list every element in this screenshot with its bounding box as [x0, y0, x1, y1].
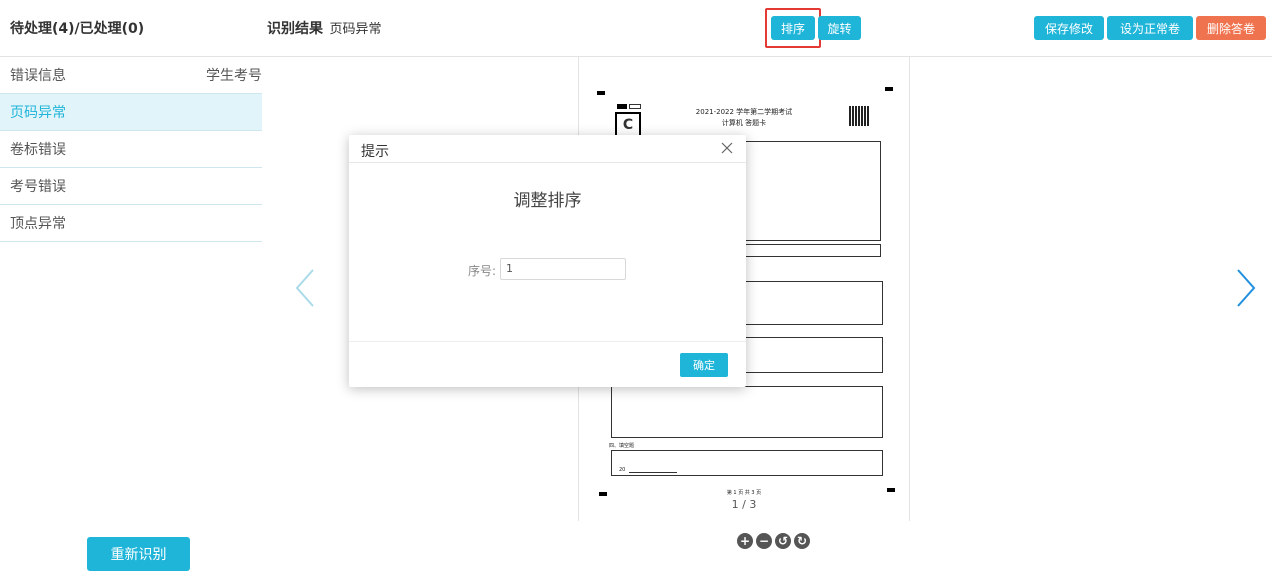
page: 待处理(4)/已处理(0) 识别结果 页码异常 排序 旋转 保存修改 设为正常卷… [0, 0, 1272, 583]
corner-mark [597, 91, 605, 95]
dialog-title: 提示 [361, 144, 389, 160]
question-number: 20 [619, 467, 626, 473]
recognition-result: 识别结果 页码异常 [267, 18, 381, 38]
error-list: 错误信息 学生考号 页码异常 卷标错误 考号错误 顶点异常 [0, 57, 262, 242]
rotate-right-icon[interactable]: ↻ [794, 533, 810, 549]
set-normal-button[interactable]: 设为正常卷 [1107, 16, 1193, 40]
confirm-button[interactable]: 确定 [680, 353, 728, 377]
absent-box [745, 244, 881, 257]
error-item-page-number[interactable]: 页码异常 [0, 94, 262, 131]
result-label: 识别结果 [267, 21, 323, 37]
prev-page-icon[interactable] [293, 268, 317, 308]
student-id-header: 学生考号 [206, 68, 262, 84]
choice-block [745, 281, 883, 325]
order-input[interactable]: 1 [500, 258, 626, 280]
order-field-label: 序号: [468, 264, 497, 278]
dialog-footer-divider [349, 341, 746, 342]
close-icon[interactable] [720, 141, 734, 155]
zoom-in-icon[interactable]: + [737, 533, 753, 549]
sort-dialog: 提示 调整排序 序号: 1 确定 [349, 135, 746, 387]
section-label: 四、填空题 [609, 443, 635, 449]
corner-mark [885, 87, 893, 91]
rotate-button[interactable]: 旋转 [818, 16, 861, 40]
choice-block [611, 386, 883, 438]
qr-code-icon [849, 106, 869, 126]
page-indicator: 1 / 3 [731, 498, 757, 511]
dialog-header: 提示 [349, 135, 746, 163]
sort-button[interactable]: 排序 [771, 16, 815, 40]
exam-number-grid [745, 141, 881, 241]
zoom-out-icon[interactable]: − [756, 533, 772, 549]
choice-block [745, 337, 883, 373]
error-item-paper-label[interactable]: 卷标错误 [0, 131, 262, 168]
delete-answer-sheet-button[interactable]: 删除答卷 [1196, 16, 1266, 40]
dialog-heading: 调整排序 [513, 191, 582, 211]
save-changes-button[interactable]: 保存修改 [1034, 16, 1104, 40]
next-page-icon[interactable] [1234, 268, 1258, 308]
top-bar: 待处理(4)/已处理(0) 识别结果 页码异常 排序 旋转 保存修改 设为正常卷… [0, 0, 1272, 57]
image-controls: + − ↺ ↻ [737, 533, 810, 549]
error-list-header: 错误信息 学生考号 [0, 57, 262, 94]
error-item-vertex[interactable]: 顶点异常 [0, 205, 262, 242]
rerecognize-button[interactable]: 重新识别 [87, 537, 190, 571]
sheet-page-footer: 第 1 页 共 3 页 [726, 490, 762, 496]
error-info-header: 错误信息 [10, 68, 66, 84]
answer-line [629, 472, 677, 473]
result-value: 页码异常 [329, 22, 382, 37]
rotate-left-icon[interactable]: ↺ [775, 533, 791, 549]
pending-processed-tabs[interactable]: 待处理(4)/已处理(0) [10, 18, 144, 38]
error-item-exam-number[interactable]: 考号错误 [0, 168, 262, 205]
